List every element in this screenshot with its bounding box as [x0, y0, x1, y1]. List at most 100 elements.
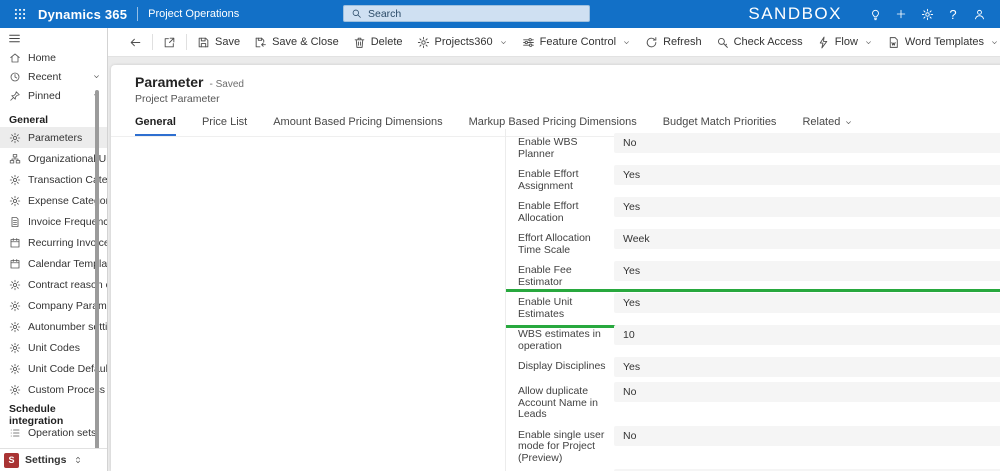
field-label: Enable WBS Planner [518, 133, 614, 160]
sidebar-item-recent[interactable]: Recent [0, 67, 107, 86]
chevron-down-icon [864, 38, 873, 47]
field-dropdown[interactable]: No [614, 382, 1000, 402]
back-arrow-icon [129, 36, 142, 49]
record-form-card: Parameter - Saved Project Parameter Gene… [111, 65, 1000, 471]
sidebar-item-contract-reason[interactable]: Contract reason c... [0, 274, 107, 295]
open-in-new-icon [163, 36, 176, 49]
save-and-close-button[interactable]: Save & Close [247, 30, 346, 54]
word-templates-button[interactable]: Word Templates [880, 30, 1000, 54]
field-dropdown[interactable]: Yes [614, 293, 1000, 313]
site-map-sidebar: Home Recent Pinned General Parameters Or… [0, 28, 108, 471]
field-dropdown[interactable]: Week [614, 229, 1000, 249]
field-effort-allocation-time-scale: Effort Allocation Time Scale Week [518, 229, 1000, 256]
plus-icon[interactable] [888, 2, 914, 26]
delete-button[interactable]: Delete [346, 30, 410, 54]
save-button[interactable]: Save [190, 30, 247, 54]
field-enable-single-user-mode: Enable single user mode for Project (Pre… [518, 426, 1000, 465]
key-search-icon [716, 36, 729, 49]
field-label: Enable Effort Assignment [518, 165, 614, 192]
refresh-icon [645, 36, 658, 49]
sidebar-item-custom-process[interactable]: Custom Process E... [0, 379, 107, 400]
gear-icon [9, 279, 21, 291]
chevron-down-icon [844, 118, 853, 127]
sidebar-scrollbar[interactable] [95, 90, 99, 470]
field-dropdown[interactable]: Yes [614, 357, 1000, 377]
home-icon [9, 52, 21, 64]
sliders-icon [522, 36, 535, 49]
field-label: Enable Fee Estimator [518, 261, 614, 288]
sidebar-item-organizational-units[interactable]: Organizational Un... [0, 148, 107, 169]
gear-icon [9, 384, 21, 396]
chevron-down-icon [92, 72, 101, 81]
save-icon [197, 36, 210, 49]
sidebar-item-calendar-templates[interactable]: Calendar Templates [0, 253, 107, 274]
field-dropdown[interactable]: No [614, 133, 1000, 153]
help-icon[interactable]: ? [940, 2, 966, 26]
gear-icon[interactable] [914, 2, 940, 26]
field-label: Enable Unit Estimates [518, 293, 614, 320]
search-input[interactable]: Search [343, 5, 590, 22]
chevron-down-icon [622, 38, 631, 47]
tab-general[interactable]: General [135, 112, 176, 136]
app-launcher-icon[interactable] [8, 2, 32, 26]
sidebar-group-general: General [0, 113, 107, 127]
hamburger-menu-icon[interactable] [0, 28, 107, 48]
save-close-icon [254, 36, 267, 49]
settings-area-badge: S [4, 453, 19, 468]
chevron-up-down-icon [73, 454, 83, 466]
topbar-right: SANDBOX ? [748, 2, 992, 26]
field-label: WBS estimates in operation [518, 325, 614, 352]
gear-icon [9, 300, 21, 312]
area-switcher-settings[interactable]: S Settings [0, 448, 107, 471]
gear-icon [417, 36, 430, 49]
page-background: Parameter - Saved Project Parameter Gene… [108, 57, 1000, 471]
save-status: - Saved [210, 79, 244, 90]
search-icon [351, 8, 362, 19]
gear-icon [9, 174, 21, 186]
person-icon[interactable] [966, 2, 992, 26]
field-text-input[interactable]: 10 [614, 325, 1000, 345]
sidebar-item-unit-codes[interactable]: Unit Codes [0, 337, 107, 358]
field-dropdown[interactable]: No [614, 426, 1000, 446]
field-display-disciplines: Display Disciplines Yes [518, 357, 1000, 377]
projects360-button[interactable]: Projects360 [410, 30, 515, 54]
sidebar-item-pinned[interactable]: Pinned [0, 86, 107, 105]
field-allow-duplicate-account-name: Allow duplicate Account Name in Leads No [518, 382, 1000, 421]
back-button[interactable] [122, 30, 149, 54]
sidebar-group-schedule-integration: Schedule integration [0, 408, 107, 422]
open-in-new-window-button[interactable] [156, 30, 183, 54]
sidebar-item-home[interactable]: Home [0, 48, 107, 67]
refresh-button[interactable]: Refresh [638, 30, 709, 54]
clock-icon [9, 71, 21, 83]
gear-icon [9, 195, 21, 207]
field-label: Allow duplicate Account Name in Leads [518, 382, 614, 421]
form-fields-column: Enable WBS Planner No Enable Effort Assi… [505, 129, 1000, 471]
field-dropdown[interactable]: Yes [614, 197, 1000, 217]
search-placeholder: Search [368, 8, 401, 20]
environment-badge[interactable]: SANDBOX [748, 4, 842, 24]
gear-icon [9, 132, 21, 144]
sidebar-item-recurring-invoice[interactable]: Recurring Invoice ... [0, 232, 107, 253]
tab-price-list[interactable]: Price List [202, 112, 247, 136]
field-dropdown[interactable]: Yes [614, 165, 1000, 185]
field-dropdown[interactable]: Yes [614, 261, 1000, 281]
field-label: Display Disciplines [518, 357, 614, 373]
field-label: Effort Allocation Time Scale [518, 229, 614, 256]
sidebar-item-parameters[interactable]: Parameters [0, 127, 107, 148]
sidebar-item-transaction-categories[interactable]: Transaction Categ... [0, 169, 107, 190]
brand-title[interactable]: Dynamics 365 [38, 7, 127, 22]
field-label: Enable single user mode for Project (Pre… [518, 426, 614, 465]
word-doc-icon [887, 36, 900, 49]
sidebar-item-company-parameters[interactable]: Company Parame... [0, 295, 107, 316]
sidebar-item-unit-code-defaults[interactable]: Unit Code Default... [0, 358, 107, 379]
tab-amount-based-pricing-dimensions[interactable]: Amount Based Pricing Dimensions [273, 112, 442, 136]
sidebar-item-expense-categories[interactable]: Expense Categories [0, 190, 107, 211]
check-access-button[interactable]: Check Access [709, 30, 810, 54]
flow-button[interactable]: Flow [810, 30, 880, 54]
app-name[interactable]: Project Operations [148, 8, 239, 20]
list-icon [9, 427, 21, 439]
sidebar-item-autonumber-settings[interactable]: Autonumber setti... [0, 316, 107, 337]
feature-control-button[interactable]: Feature Control [515, 30, 638, 54]
lightbulb-icon[interactable] [862, 2, 888, 26]
sidebar-item-invoice-frequencies[interactable]: Invoice Frequencies [0, 211, 107, 232]
